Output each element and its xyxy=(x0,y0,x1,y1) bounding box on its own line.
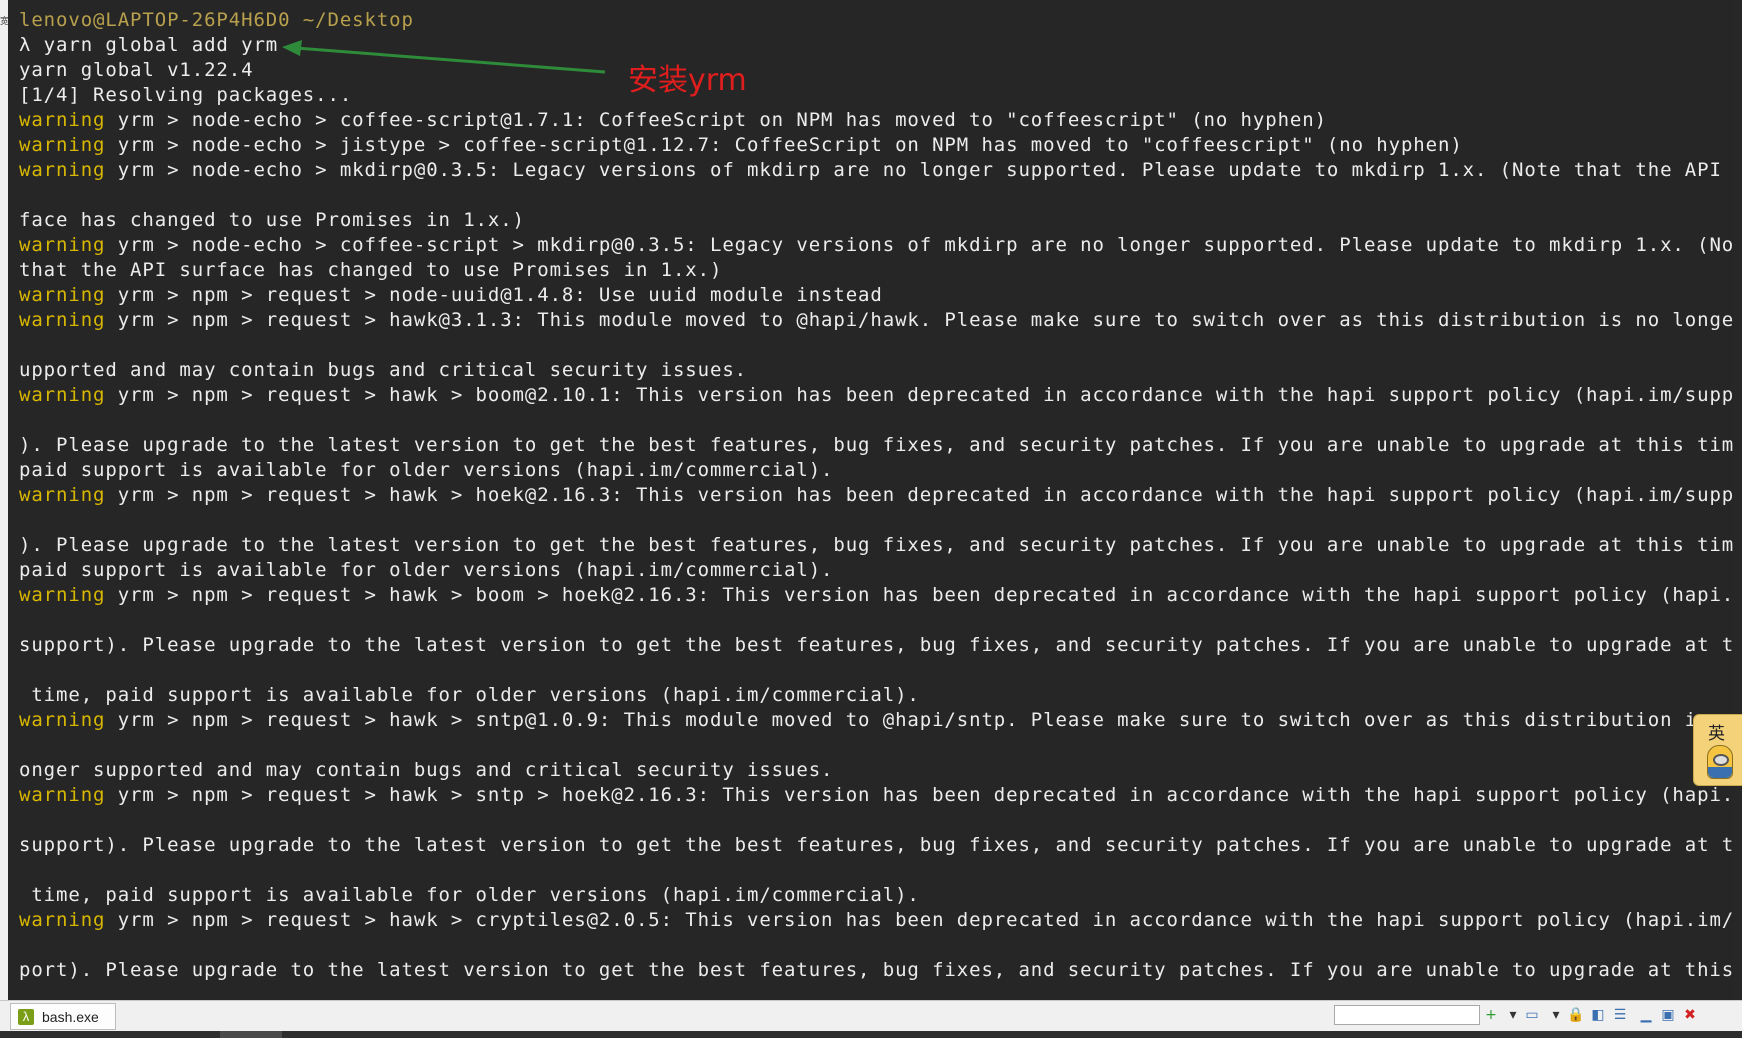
warning-label: warning xyxy=(19,909,106,931)
terminal-line: warning yrm > npm > request > hawk > hoe… xyxy=(19,483,1734,508)
warning-label: warning xyxy=(19,159,106,181)
ime-language-label: 英 xyxy=(1708,724,1725,744)
terminal-line: face has changed to use Promises in 1.x.… xyxy=(19,209,525,231)
warning-label: warning xyxy=(19,134,106,156)
terminal-line: paid support is available for older vers… xyxy=(19,459,834,481)
terminal-line: warning yrm > npm > request > hawk@3.1.3… xyxy=(19,308,1734,333)
warning-label: warning xyxy=(19,709,106,731)
maximize-icon[interactable]: ▣ xyxy=(1658,1005,1678,1025)
window-left-edge: 宽 xyxy=(0,0,9,1038)
warning-text: yrm > npm > request > hawk > cryptiles@2… xyxy=(105,909,1734,931)
terminal-line: that the API surface has changed to use … xyxy=(19,259,723,281)
annotation-label: 安装yrm xyxy=(628,63,747,98)
console-statusbar: λ bash.exe + ▾ ▭ ▾ 🔒 ◧ ☰ ▁ ▣ ✖ xyxy=(0,1000,1742,1031)
warning-text: yrm > npm > request > hawk > hoek@2.16.3… xyxy=(105,484,1734,506)
terminal-line: support). Please upgrade to the latest v… xyxy=(19,634,1734,656)
taskbar-segment xyxy=(220,1031,282,1038)
console-window: 宽 lenovo@LAPTOP-26P4H6D0 ~/Desktop λ yarn… xyxy=(0,0,1742,1038)
terminal-line: ). Please upgrade to the latest version … xyxy=(19,434,1734,456)
terminal-line: upported and may contain bugs and critic… xyxy=(19,359,747,381)
tab-bash-label: bash.exe xyxy=(42,1008,99,1025)
terminal-line: paid support is available for older vers… xyxy=(19,559,834,581)
console-view-icon[interactable]: ▭ xyxy=(1522,1005,1542,1025)
warning-label: warning xyxy=(19,284,106,306)
terminal-line: onger supported and may contain bugs and… xyxy=(19,759,834,781)
taskbar-strip xyxy=(0,1031,1742,1038)
warning-label: warning xyxy=(19,384,106,406)
terminal-line: warning yrm > npm > request > hawk > cry… xyxy=(19,908,1734,933)
warning-label: warning xyxy=(19,309,106,331)
warning-label: warning xyxy=(19,584,106,606)
terminal-line: [1/4] Resolving packages... xyxy=(19,84,353,106)
warning-label: warning xyxy=(19,484,106,506)
warning-text: yrm > node-echo > coffee-script@1.7.1: C… xyxy=(105,109,1327,131)
terminal-line: time, paid support is available for olde… xyxy=(19,684,920,706)
terminal-line: warning yrm > npm > request > hawk > boo… xyxy=(19,383,1734,408)
dropdown-arrow-icon[interactable]: ▾ xyxy=(1546,1005,1566,1025)
warning-text: yrm > node-echo > jistype > coffee-scrip… xyxy=(105,134,1463,156)
terminal-lines: lenovo@LAPTOP-26P4H6D0 ~/Desktop λ yarn g… xyxy=(19,8,1734,983)
warning-label: warning xyxy=(19,234,106,256)
terminal-line: support). Please upgrade to the latest v… xyxy=(19,834,1734,856)
terminal-line: warning yrm > npm > request > hawk > snt… xyxy=(19,783,1734,808)
lock-icon[interactable]: 🔒 xyxy=(1566,1005,1586,1025)
terminal-line: warning yrm > node-echo > coffee-script … xyxy=(19,233,1734,258)
terminal-line: warning yrm > node-echo > coffee-script@… xyxy=(19,108,1734,133)
split-view-icon[interactable]: ◧ xyxy=(1588,1005,1608,1025)
warning-text: yrm > npm > request > hawk@3.1.3: This m… xyxy=(105,309,1734,331)
terminal-line: warning yrm > npm > request > hawk > snt… xyxy=(19,708,1734,733)
terminal-line: ). Please upgrade to the latest version … xyxy=(19,534,1734,556)
terminal-line: warning yrm > node-echo > jistype > coff… xyxy=(19,133,1734,158)
warning-text: yrm > npm > request > hawk > boom@2.10.1… xyxy=(105,384,1734,406)
terminal-line: warning yrm > node-echo > mkdirp@0.3.5: … xyxy=(19,158,1734,183)
menu-list-icon[interactable]: ☰ xyxy=(1610,1005,1630,1025)
terminal-line: warning yrm > npm > request > node-uuid@… xyxy=(19,283,1734,308)
terminal-line: port). Please upgrade to the latest vers… xyxy=(19,959,1734,981)
terminal-line: warning yrm > npm > request > hawk > boo… xyxy=(19,583,1734,608)
minimize-icon[interactable]: ▁ xyxy=(1636,1005,1656,1025)
terminal-line: λ yarn global add yrm xyxy=(19,34,279,56)
terminal-line: yarn global v1.22.4 xyxy=(19,59,254,81)
terminal-output[interactable]: lenovo@LAPTOP-26P4H6D0 ~/Desktop λ yarn g… xyxy=(8,0,1734,1000)
terminal-line: time, paid support is available for olde… xyxy=(19,884,920,906)
warning-label: warning xyxy=(19,109,106,131)
warning-label: warning xyxy=(19,784,106,806)
warning-text: yrm > npm > request > hawk > boom > hoek… xyxy=(105,584,1734,606)
tab-bash[interactable]: λ bash.exe xyxy=(10,1003,116,1030)
warning-text: yrm > npm > request > hawk > sntp@1.0.9:… xyxy=(105,709,1734,731)
new-console-icon[interactable]: + xyxy=(1481,1005,1501,1025)
close-icon[interactable]: ✖ xyxy=(1680,1005,1700,1025)
dropdown-arrow-icon[interactable]: ▾ xyxy=(1503,1005,1523,1025)
warning-text: yrm > node-echo > coffee-script > mkdirp… xyxy=(105,234,1734,256)
search-input[interactable] xyxy=(1334,1005,1480,1025)
minion-mascot-icon xyxy=(1707,745,1733,779)
warning-text: yrm > npm > request > hawk > sntp > hoek… xyxy=(105,784,1734,806)
terminal-line: lenovo@LAPTOP-26P4H6D0 ~/Desktop xyxy=(19,9,414,31)
warning-text: yrm > node-echo > mkdirp@0.3.5: Legacy v… xyxy=(105,159,1734,181)
warning-text: yrm > npm > request > node-uuid@1.4.8: U… xyxy=(105,284,883,306)
ime-indicator[interactable]: 英 xyxy=(1693,714,1742,786)
bash-tab-icon: λ xyxy=(18,1008,34,1025)
